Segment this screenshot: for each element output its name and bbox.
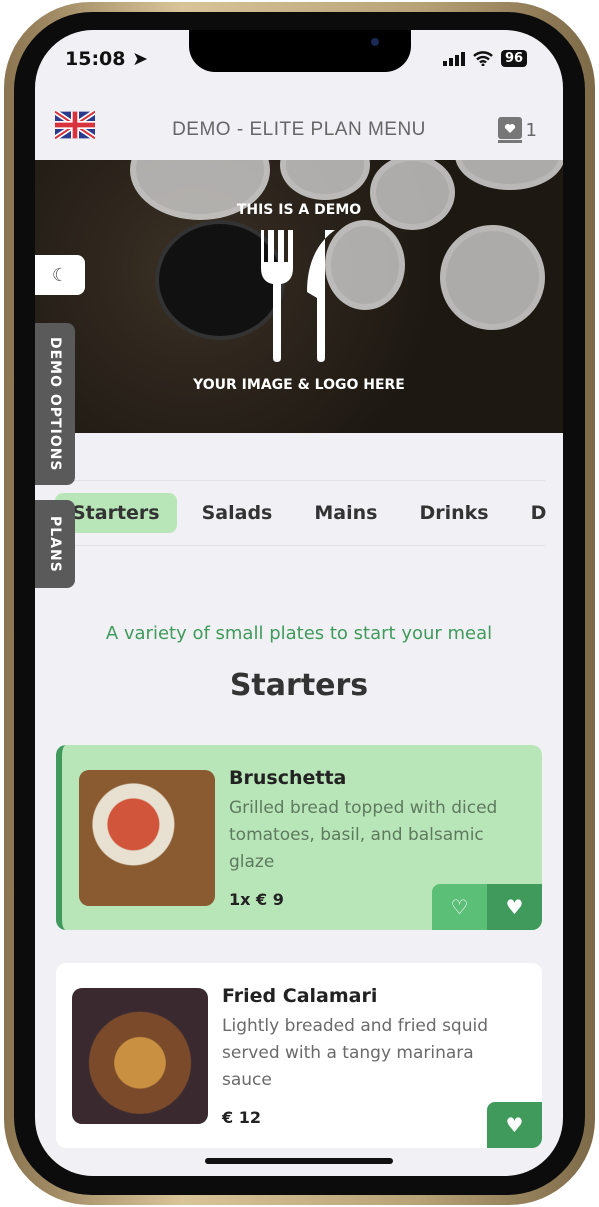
tab-drinks[interactable]: Drinks bbox=[402, 493, 505, 533]
battery-icon: 96 bbox=[501, 50, 528, 67]
notch bbox=[189, 30, 411, 72]
dark-mode-toggle[interactable]: ☾ bbox=[35, 255, 85, 295]
page-title: DEMO - ELITE PLAN MENU bbox=[172, 119, 426, 140]
favorites-button[interactable]: 1 bbox=[497, 116, 537, 144]
item-image bbox=[72, 988, 208, 1124]
camera bbox=[371, 38, 379, 46]
hero-top-text: THIS IS A DEMO bbox=[236, 202, 362, 218]
item-description: Lightly breaded and fried squid served w… bbox=[222, 1016, 489, 1090]
item-image bbox=[79, 770, 215, 906]
add-favorite-button[interactable]: ♥ bbox=[487, 1102, 542, 1148]
heart-icon: ♥ bbox=[505, 895, 524, 919]
fork-knife-icon bbox=[261, 230, 335, 362]
heart-outline-icon: ♡ bbox=[450, 895, 469, 919]
demo-options-label: DEMO OPTIONS bbox=[47, 336, 63, 472]
time: 15:08 bbox=[65, 48, 126, 70]
item-description: Grilled bread topped with diced tomatoes… bbox=[229, 798, 498, 872]
demo-options-tab[interactable]: DEMO OPTIONS bbox=[35, 323, 75, 485]
tab-desserts[interactable]: D bbox=[514, 493, 563, 533]
heart-icon: ♥ bbox=[505, 1113, 524, 1137]
tab-salads[interactable]: Salads bbox=[185, 493, 290, 533]
home-indicator[interactable] bbox=[205, 1158, 393, 1164]
section-title: Starters bbox=[229, 668, 369, 703]
category-tabs: Starters Salads Mains Drinks D bbox=[55, 480, 546, 546]
hero-bottom-text: YOUR IMAGE & LOGO HERE bbox=[193, 377, 405, 393]
moon-icon: ☾ bbox=[51, 264, 69, 286]
menu-item-card[interactable]: Bruschetta Grilled bread topped with dic… bbox=[56, 745, 542, 930]
header: DEMO - ELITE PLAN MENU 1 bbox=[35, 100, 563, 160]
tab-mains[interactable]: Mains bbox=[297, 493, 394, 533]
screen: 15:08 ➤ 96 DEMO - ELITE PLAN MENU 1 THIS… bbox=[35, 30, 563, 1176]
item-name: Fried Calamari bbox=[222, 985, 378, 1007]
menu-item-card[interactable]: Fried Calamari Lightly breaded and fried… bbox=[56, 963, 542, 1148]
wifi-icon bbox=[473, 51, 493, 66]
plans-label: PLANS bbox=[47, 515, 63, 573]
item-price: 1x € 9 bbox=[229, 890, 284, 909]
signal-icon bbox=[443, 51, 465, 66]
remove-favorite-button[interactable]: ♡ bbox=[432, 884, 487, 930]
favorites-count: 1 bbox=[525, 119, 537, 141]
uk-flag-icon[interactable] bbox=[55, 111, 95, 139]
add-favorite-button[interactable]: ♥ bbox=[487, 884, 542, 930]
item-price: € 12 bbox=[222, 1108, 261, 1127]
status-icons: 96 bbox=[443, 50, 528, 67]
plans-tab[interactable]: PLANS bbox=[35, 500, 75, 588]
section-subtitle: A variety of small plates to start your … bbox=[105, 623, 493, 644]
favorites-book-icon bbox=[497, 117, 522, 143]
status-time: 15:08 ➤ bbox=[65, 48, 148, 70]
item-name: Bruschetta bbox=[229, 767, 347, 789]
location-icon: ➤ bbox=[132, 48, 149, 70]
hero-banner: THIS IS A DEMO YOUR IMAGE & LOGO HERE bbox=[35, 160, 563, 433]
